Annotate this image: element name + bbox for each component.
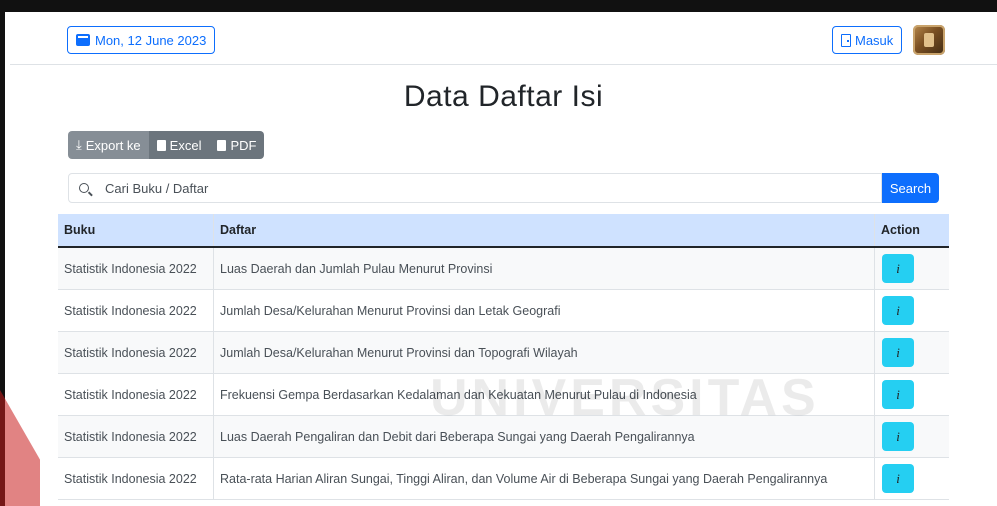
cell-buku: Statistik Indonesia 2022 (58, 415, 214, 458)
info-button[interactable]: i (882, 296, 914, 325)
header-buku: Buku (58, 214, 214, 248)
search-button[interactable]: Search (882, 173, 939, 203)
header-action: Action (874, 214, 949, 248)
export-excel-button[interactable]: Excel (148, 131, 210, 159)
search-box (68, 173, 882, 203)
search-bar: Search (68, 173, 939, 203)
pdf-label: PDF (230, 137, 257, 153)
info-button[interactable]: i (882, 254, 914, 283)
cell-buku: Statistik Indonesia 2022 (58, 289, 214, 332)
page-title: Data Daftar Isi (403, 80, 604, 113)
cell-buku: Statistik Indonesia 2022 (58, 247, 214, 290)
header: Mon, 12 June 2023 Masuk (10, 12, 997, 65)
cell-buku: Statistik Indonesia 2022 (58, 457, 214, 500)
cell-buku: Statistik Indonesia 2022 (58, 373, 214, 416)
watermark-text: UNIVERSITAS (430, 369, 820, 427)
login-button[interactable]: Masuk (832, 26, 903, 54)
cell-action: i (874, 331, 949, 374)
export-group: ⤓ Export ke Excel PDF (68, 131, 265, 159)
cell-action: i (874, 457, 949, 500)
avatar[interactable] (913, 25, 945, 55)
cell-daftar: Luas Daerah dan Jumlah Pulau Menurut Pro… (213, 247, 875, 290)
calendar-icon (76, 34, 90, 46)
export-label-text: Export ke (85, 137, 141, 153)
table-header-row: Buku Daftar Action (58, 214, 949, 248)
cell-daftar: Jumlah Desa/Kelurahan Menurut Provinsi d… (213, 289, 875, 332)
excel-label: Excel (169, 137, 202, 153)
date-button[interactable]: Mon, 12 June 2023 (67, 26, 216, 54)
download-icon: ⤓ (76, 137, 82, 152)
excel-file-icon (156, 139, 166, 151)
cell-action: i (874, 247, 949, 290)
header-daftar: Daftar (213, 214, 875, 248)
info-button[interactable]: i (882, 422, 914, 451)
cell-action: i (874, 373, 949, 416)
daftar-table: Buku Daftar Action Statistik Indonesia 2… (58, 214, 949, 500)
door-icon (841, 33, 851, 47)
export-pdf-button[interactable]: PDF (209, 131, 265, 159)
window-top-edge (0, 0, 997, 506)
export-label: ⤓ Export ke (68, 131, 149, 159)
cell-daftar: Rata-rata Harian Aliran Sungai, Tinggi A… (213, 457, 875, 500)
cell-action: i (874, 415, 949, 458)
pdf-file-icon (217, 139, 227, 151)
page: Mon, 12 June 2023 Masuk Data Daftar Isi … (10, 12, 997, 506)
search-input[interactable] (103, 179, 707, 197)
search-icon (79, 183, 89, 193)
info-button[interactable]: i (882, 338, 914, 367)
table-row: Statistik Indonesia 2022 Jumlah Desa/Kel… (58, 289, 949, 332)
date-label: Mon, 12 June 2023 (95, 32, 207, 48)
table-row: Statistik Indonesia 2022 Luas Daerah dan… (58, 247, 949, 290)
table-row: Statistik Indonesia 2022 Rata-rata Haria… (58, 457, 949, 500)
cell-buku: Statistik Indonesia 2022 (58, 331, 214, 374)
info-button[interactable]: i (882, 464, 914, 493)
login-label: Masuk (855, 32, 894, 48)
cell-action: i (874, 289, 949, 332)
info-button[interactable]: i (882, 380, 914, 409)
